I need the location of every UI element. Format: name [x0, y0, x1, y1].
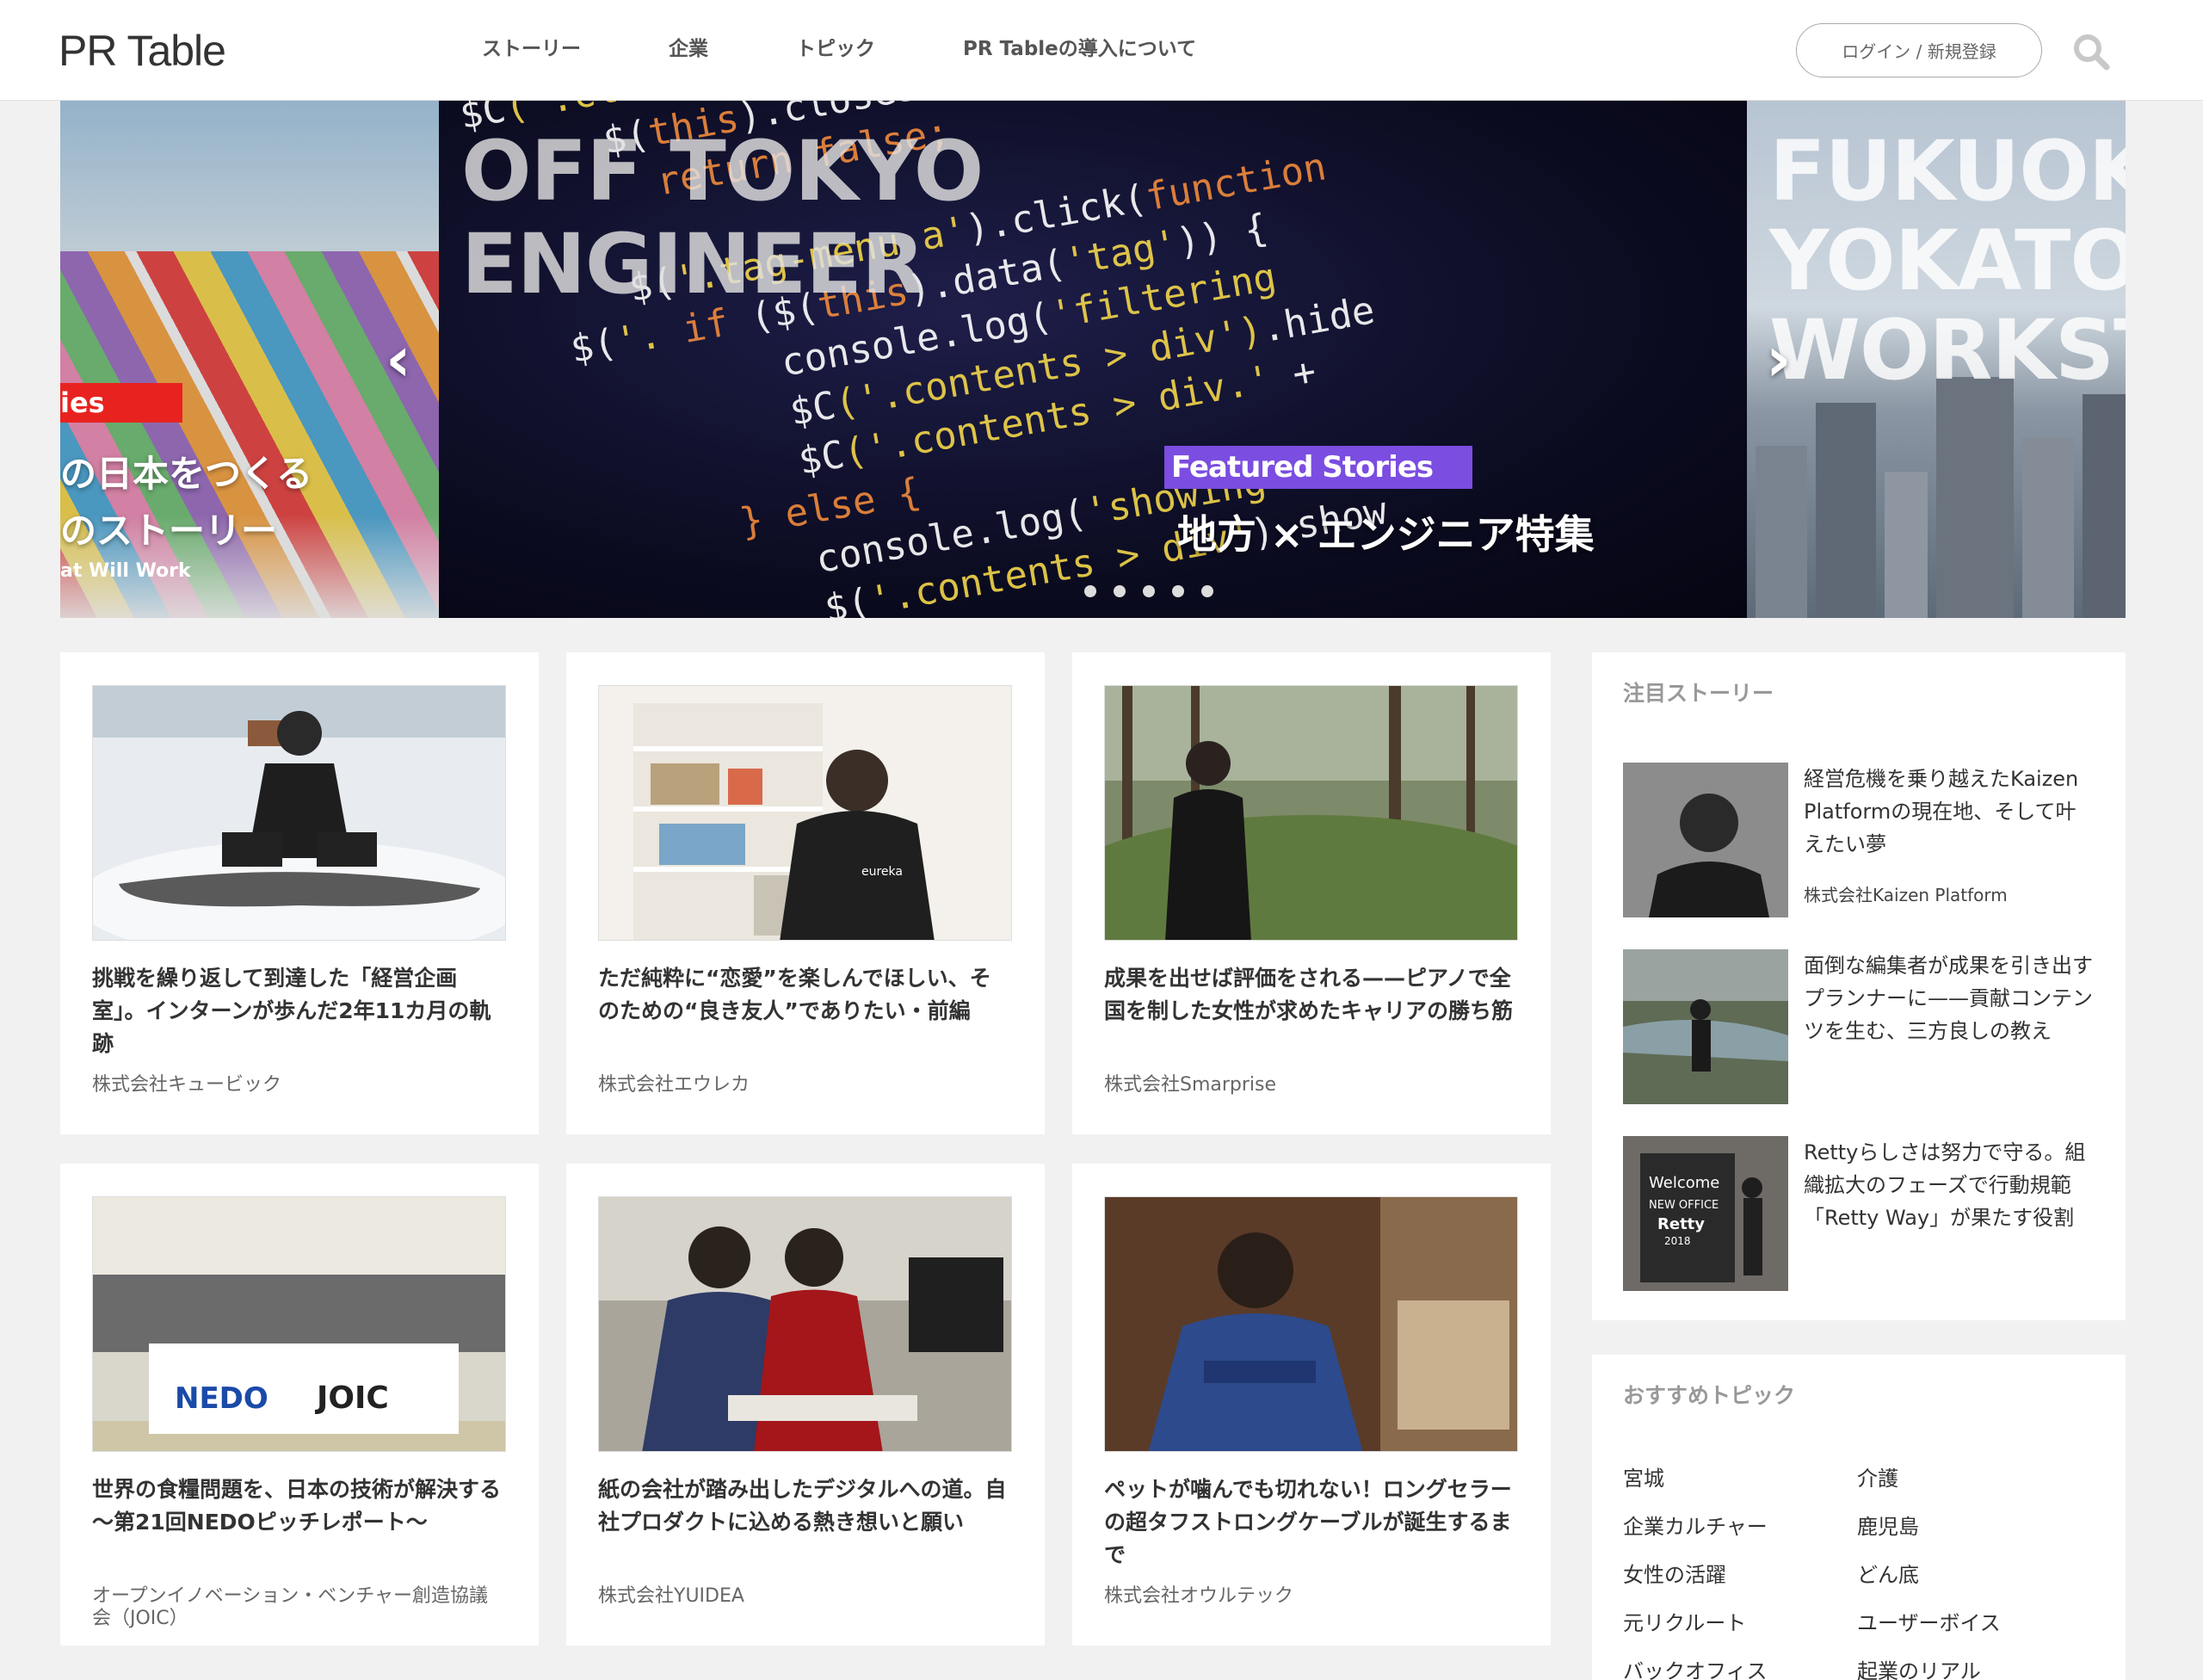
slide-title-next: FUKUOKA YOKATOI WORKST: [1769, 123, 2126, 398]
slide-caption-line2: のストーリー: [60, 510, 278, 552]
nav-stories[interactable]: ストーリー: [482, 34, 581, 64]
story-title[interactable]: 成果を出せば評価をされる——ピアノで全国を制した女性が求めたキャリアの勝ち筋: [1104, 962, 1518, 1028]
featured-stories-tag: Featured Stories: [1164, 446, 1472, 489]
chevron-right-icon[interactable]: ›: [1766, 328, 1800, 390]
story-company[interactable]: 株式会社Smarprise: [1104, 1074, 1518, 1096]
story-thumbnail-snowboard[interactable]: [92, 685, 506, 941]
story-thumbnail-nedo[interactable]: NEDO JOIC: [92, 1196, 506, 1452]
hoodie-label: eureka: [861, 865, 903, 879]
topic-link[interactable]: ユーザーボイス: [1857, 1606, 2001, 1636]
story-title[interactable]: 紙の会社が踏み出したデジタルへの道。自社プロダクトに込める熱き想いと願い: [598, 1473, 1012, 1539]
featured-stories-heading: 注目ストーリー: [1623, 681, 1774, 706]
slider-dot[interactable]: [1114, 585, 1126, 597]
slider-dot[interactable]: [1201, 585, 1213, 597]
hero-slider: ies の日本をつくる のストーリー at Will Work $C('.clo…: [60, 101, 2126, 618]
login-button[interactable]: ログイン / 新規登録: [1796, 23, 2042, 77]
slide-tag: ies: [60, 383, 182, 423]
retty-welcome-text: Welcome: [1649, 1174, 1719, 1192]
retty-banner-text: Retty: [1657, 1215, 1705, 1233]
retty-new-office-text: NEW OFFICE: [1649, 1199, 1719, 1212]
topic-link[interactable]: 鹿児島: [1857, 1510, 1919, 1540]
chevron-left-icon[interactable]: ‹: [386, 328, 420, 390]
story-thumbnail-workshop[interactable]: [1104, 1196, 1518, 1452]
nav-about[interactable]: PR Tableの導入について: [963, 34, 1196, 64]
featured-story-item[interactable]: 経営危機を乗り越えたKaizen Platformの現在地、そして叶えたい夢 株…: [1623, 763, 2105, 917]
story-title[interactable]: 挑戦を繰り返して到達した「経営企画室」。インターンが歩んだ2年11カ月の軌跡: [92, 962, 506, 1060]
main-nav: ストーリー 企業 トピック PR Tableの導入について: [482, 34, 1284, 64]
story-company[interactable]: 株式会社エウレカ: [598, 1074, 1012, 1096]
story-thumbnail-park[interactable]: [1104, 685, 1518, 941]
slider-dot[interactable]: [1084, 585, 1096, 597]
nedo-banner-text: NEDO: [175, 1381, 268, 1416]
story-thumbnail-desk[interactable]: [598, 1196, 1012, 1452]
nav-companies[interactable]: 企業: [669, 34, 708, 64]
hero-slide-next[interactable]: FUKUOKA YOKATOI WORKST: [1747, 101, 2126, 618]
topic-link[interactable]: 企業カルチャー: [1623, 1510, 1768, 1540]
hero-slide-current[interactable]: $C('.close-submenu') $(this).closest( re…: [439, 101, 1747, 618]
topic-link[interactable]: 元リクルート: [1623, 1606, 1746, 1636]
hero-slide-previous[interactable]: ies の日本をつくる のストーリー at Will Work: [60, 101, 439, 618]
topic-link[interactable]: 女性の活躍: [1623, 1558, 1726, 1588]
slide-subcaption: at Will Work: [60, 560, 191, 582]
topic-link[interactable]: どん底: [1857, 1558, 1919, 1588]
slider-dot[interactable]: [1143, 585, 1155, 597]
joic-banner-text: JOIC: [314, 1380, 389, 1416]
story-thumbnail-office[interactable]: eureka: [598, 685, 1012, 941]
story-card[interactable]: eureka ただ純粋に“恋愛”を楽しんでほしい、そのための“良き友人”でありた…: [566, 652, 1045, 1134]
story-company[interactable]: 株式会社キュービック: [92, 1074, 506, 1096]
retty-year-text: 2018: [1664, 1235, 1691, 1247]
logo[interactable]: PR Table: [59, 26, 226, 76]
recommended-topics-heading: おすすめトピック: [1623, 1383, 1796, 1408]
story-card[interactable]: 挑戦を繰り返して到達した「経営企画室」。インターンが歩んだ2年11カ月の軌跡 株…: [60, 652, 539, 1134]
featured-story-title[interactable]: 面倒な編集者が成果を引き出すプランナーに——貢献コンテンツを生む、三方良しの教え: [1804, 949, 2096, 1047]
featured-stories-panel: 注目ストーリー 経営危機を乗り越えたKaizen Platformの現在地、そし…: [1592, 652, 2126, 1320]
featured-story-thumbnail[interactable]: [1623, 763, 1788, 917]
site-header: PR Table ストーリー 企業 トピック PR Tableの導入について ロ…: [0, 0, 2203, 101]
slide-caption-line1: の日本をつくる: [60, 453, 313, 495]
recommended-topics-panel: おすすめトピック 宮城 介護 企業カルチャー 鹿児島 女性の活躍 どん底 元リク…: [1592, 1355, 2126, 1680]
story-card[interactable]: ペットが噛んでも切れない！ロングセラーの超タフストロングケーブルが誕生するまで …: [1072, 1164, 1551, 1646]
story-card[interactable]: NEDO JOIC 世界の食糧問題を、日本の技術が解決する 〜第21回NEDOピ…: [60, 1164, 539, 1646]
slider-dot[interactable]: [1172, 585, 1184, 597]
story-title[interactable]: ただ純粋に“恋愛”を楽しんでほしい、そのための“良き友人”でありたい・前編: [598, 962, 1012, 1028]
featured-story-thumbnail[interactable]: Welcome NEW OFFICE Retty 2018: [1623, 1136, 1788, 1291]
topic-link[interactable]: 起業のリアル: [1857, 1654, 1981, 1680]
nav-topics[interactable]: トピック: [796, 34, 875, 64]
featured-story-item[interactable]: 面倒な編集者が成果を引き出すプランナーに——貢献コンテンツを生む、三方良しの教え: [1623, 949, 2105, 1104]
story-company[interactable]: 株式会社オウルテック: [1104, 1585, 1518, 1608]
story-title[interactable]: ペットが噛んでも切れない！ロングセラーの超タフストロングケーブルが誕生するまで: [1104, 1473, 1518, 1572]
story-company[interactable]: 株式会社YUIDEA: [598, 1585, 1012, 1608]
story-title[interactable]: 世界の食糧問題を、日本の技術が解決する 〜第21回NEDOピッチレポート〜: [92, 1473, 506, 1539]
story-card[interactable]: 紙の会社が踏み出したデジタルへの道。自社プロダクトに込める熱き想いと願い 株式会…: [566, 1164, 1045, 1646]
topic-link[interactable]: バックオフィス: [1623, 1654, 1768, 1680]
featured-story-title[interactable]: 経営危機を乗り越えたKaizen Platformの現在地、そして叶えたい夢: [1804, 763, 2096, 861]
story-company[interactable]: オープンイノベーション・ベンチャー創造協議会（JOIC）: [92, 1585, 506, 1630]
story-card[interactable]: 成果を出せば評価をされる——ピアノで全国を制した女性が求めたキャリアの勝ち筋 株…: [1072, 652, 1551, 1134]
featured-story-title[interactable]: Rettyらしさは努力で守る。組織拡大のフェーズで行動規範「Retty Way」…: [1804, 1136, 2096, 1234]
slider-dots: [1084, 585, 1231, 597]
topic-link[interactable]: 介護: [1857, 1461, 1898, 1492]
slide-caption: 地方 × エンジニア特集: [1177, 511, 1595, 558]
featured-story-company[interactable]: 株式会社Kaizen Platform: [1804, 881, 2008, 906]
featured-story-item[interactable]: Welcome NEW OFFICE Retty 2018 Rettyらしさは努…: [1623, 1136, 2105, 1291]
search-icon[interactable]: [2072, 33, 2110, 71]
topic-link[interactable]: 宮城: [1623, 1461, 1664, 1492]
slide-title: OFF TOKYO ENGINEER: [461, 123, 984, 312]
featured-story-thumbnail[interactable]: [1623, 949, 1788, 1104]
